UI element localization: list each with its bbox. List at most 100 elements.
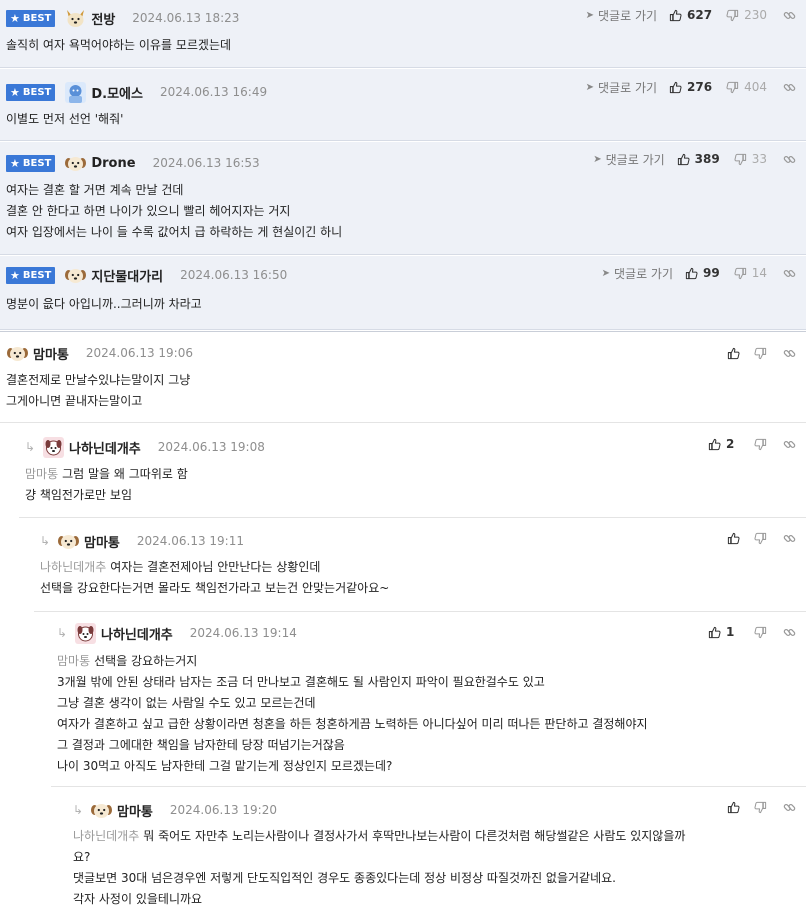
downvote-button[interactable] [754, 801, 767, 814]
upvote-button[interactable] [727, 801, 740, 814]
comment-text: 요? [73, 850, 91, 864]
comment-date: 2024.06.13 19:08 [157, 440, 265, 454]
upvote-button[interactable]: 389 [677, 152, 720, 166]
shiba-dog-face-icon[interactable] [64, 7, 87, 30]
reply-comment: ↳ 맘마통 2024.06.13 19:11 나하닌데개추 여자는 결혼전제아님 안만난… [34, 519, 806, 612]
downvote-button[interactable] [754, 347, 767, 360]
link-icon[interactable] [783, 347, 796, 360]
thumbs-up-icon [677, 153, 690, 166]
nickname[interactable]: D.모에스 [91, 83, 143, 102]
downvote-button[interactable] [754, 438, 767, 451]
reply-arrow-icon: ↳ [40, 534, 51, 548]
link-icon[interactable] [783, 801, 796, 814]
downvote-count: 14 [751, 266, 767, 280]
comment-header: 맘마통 2024.06.13 19:06 [6, 341, 806, 365]
comment-line: 요? [73, 847, 806, 868]
comment-line: 나하닌데개추 여자는 결혼전제아님 안만난다는 상황인데 [40, 557, 806, 578]
upvote-button[interactable]: 1 [708, 625, 740, 639]
nickname[interactable]: 전방 [91, 9, 115, 28]
puppy-face-icon[interactable] [57, 530, 80, 553]
upvote-count: 2 [726, 437, 735, 451]
mention-nickname[interactable]: 나하닌데개추 [73, 829, 139, 843]
downvote-button[interactable]: 230 [726, 8, 767, 22]
go-to-comment-link[interactable]: ➤ 댓글로 가기 [593, 151, 664, 168]
nickname[interactable]: 맘마통 [33, 344, 69, 363]
thumbs-down-icon [754, 347, 767, 360]
reply-arrow-icon: ↳ [25, 440, 36, 454]
comment-line: 각자 사정이 있을테니까요 [73, 889, 806, 910]
go-to-comment-link[interactable]: ➤ 댓글로 가기 [602, 265, 673, 282]
comment-body: 나하닌데개추 여자는 결혼전제아님 안만난다는 상황인데 선택을 강요한다는거면 몰… [40, 557, 806, 599]
thumbs-down-icon [734, 153, 747, 166]
downvote-button[interactable]: 14 [734, 266, 767, 280]
upvote-count: 99 [703, 266, 720, 280]
best-badge: ★ BEST [6, 266, 56, 284]
pink-dog-icon[interactable] [74, 622, 97, 645]
comment-actions: 1 [708, 622, 796, 642]
nickname[interactable]: Drone [91, 156, 135, 171]
link-icon[interactable] [783, 267, 796, 280]
mention-nickname[interactable]: 맘마통 [57, 654, 90, 668]
nickname[interactable]: 나하닌데개추 [69, 438, 141, 457]
best-badge: ★ BEST [6, 83, 56, 101]
puppy-face-icon[interactable] [64, 152, 87, 175]
puppy-face-icon[interactable] [90, 799, 113, 822]
link-icon[interactable] [783, 626, 796, 639]
paper-plane-icon: ➤ [585, 81, 595, 93]
nickname[interactable]: 지단물대가리 [91, 266, 163, 285]
mention-nickname[interactable]: 나하닌데개추 [40, 560, 106, 574]
comment-date: 2024.06.13 19:11 [136, 534, 244, 548]
best-badge-label: BEST [22, 157, 52, 169]
mention-nickname[interactable]: 맘마통 [25, 467, 58, 481]
nickname[interactable]: 나하닌데개추 [101, 624, 173, 643]
comment-actions [727, 797, 796, 817]
upvote-button[interactable]: 276 [669, 80, 712, 94]
upvote-count: 627 [687, 8, 713, 22]
comment: 맘마통 2024.06.13 19:06 결혼전제로 만날수있냐는말이지 그냥 그게아… [0, 333, 806, 423]
comment-text: 여자가 결혼하고 싶고 급한 상황이라면 청혼을 하든 청혼하게끔 노력하든 아… [57, 717, 648, 731]
link-icon[interactable] [783, 9, 796, 22]
go-to-comment-link[interactable]: ➤ 댓글로 가기 [586, 7, 657, 24]
comment-line: 맘마통 그럼 말을 왜 그따위로 함 [25, 464, 806, 485]
comment-line: 나하닌데개추 뭐 죽어도 자만추 노리는사람이나 결정사가서 후딱만나보는사람이 … [73, 826, 806, 847]
upvote-button[interactable]: 99 [685, 266, 720, 280]
comment-line: 그냥 결혼 생각이 없는 사람일 수도 있고 모르는건데 [57, 693, 806, 714]
comment-text: 뭐 죽어도 자만추 노리는사람이나 결정사가서 후딱만나보는사람이 다른것처럼 … [143, 829, 686, 843]
nickname[interactable]: 맘마통 [117, 801, 153, 820]
puppy-face-icon[interactable] [6, 342, 29, 365]
upvote-count: 389 [694, 152, 720, 166]
nickname[interactable]: 맘마통 [84, 532, 120, 551]
link-icon[interactable] [783, 81, 796, 94]
thumbs-down-icon [754, 801, 767, 814]
comment-line: 그게아니면 끝내자는말이고 [6, 391, 806, 412]
go-to-comment-link[interactable]: ➤ 댓글로 가기 [586, 79, 657, 96]
reply-comment: ↳ 나하닌데개추 2024.06.13 19:14 1 맘마통 선택을 강요하는거지 3개월… [51, 613, 806, 787]
reply-arrow-icon: ↳ [73, 803, 84, 817]
thumbs-up-icon [708, 626, 721, 639]
comment-body: 맘마통 그럼 말을 왜 그따위로 함걍 책임전가로만 보임 [25, 464, 806, 506]
downvote-button[interactable] [754, 532, 767, 545]
comment-line: 나이 30먹고 아직도 남자한테 그걸 맡기는게 정상인지 모르겠는데? [57, 756, 806, 777]
link-icon[interactable] [783, 438, 796, 451]
upvote-button[interactable] [727, 532, 740, 545]
pink-dog-icon[interactable] [42, 436, 65, 459]
comment-date: 2024.06.13 16:50 [180, 268, 288, 282]
upvote-button[interactable]: 2 [708, 437, 740, 451]
comment-line: 선택을 강요한다는거면 몰라도 책임전가라고 보는건 안맞는거같아요~ [40, 578, 806, 599]
downvote-button[interactable] [754, 626, 767, 639]
thumbs-up-icon [708, 438, 721, 451]
blue-character-avatar[interactable] [64, 81, 87, 104]
thumbs-down-icon [734, 267, 747, 280]
upvote-button[interactable] [727, 347, 740, 360]
comment-body: 결혼전제로 만날수있냐는말이지 그냥 그게아니면 끝내자는말이고 [6, 370, 806, 412]
downvote-button[interactable]: 33 [734, 152, 767, 166]
best-comment: ★ BEST 전방 2024.06.13 18:23 ➤ 댓글로 가기 627 230 솔직히 … [0, 0, 806, 68]
puppy-face-icon[interactable] [64, 264, 87, 287]
comment-body: 나하닌데개추 뭐 죽어도 자만추 노리는사람이나 결정사가서 후딱만나보는사람이 … [73, 826, 806, 910]
upvote-button[interactable]: 627 [669, 8, 712, 22]
link-icon[interactable] [783, 532, 796, 545]
paper-plane-icon: ➤ [585, 9, 595, 21]
link-icon[interactable] [783, 153, 796, 166]
comment-actions: ➤ 댓글로 가기 389 33 [593, 149, 796, 169]
downvote-button[interactable]: 404 [726, 80, 767, 94]
